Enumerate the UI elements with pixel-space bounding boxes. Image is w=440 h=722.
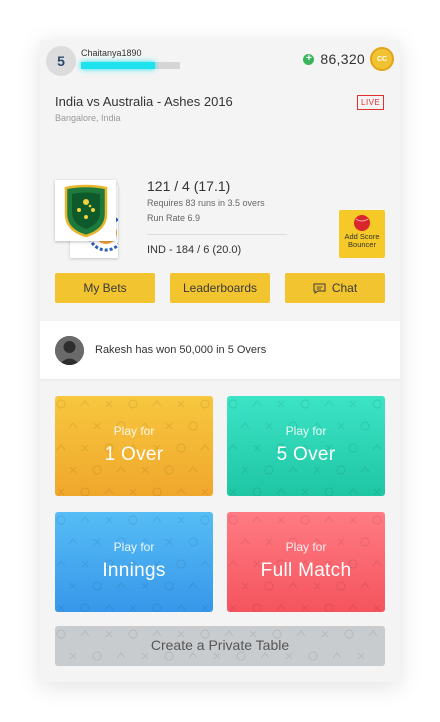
create-private-table-label: Create a Private Table [150, 637, 290, 653]
match-title: India vs Australia - Ashes 2016 [55, 94, 233, 109]
match-card: India vs Australia - Ashes 2016 Bangalor… [40, 80, 400, 320]
add-score-bouncer-button[interactable]: Add Score Bouncer [339, 210, 385, 258]
australia-team-crest [55, 180, 116, 241]
opponent-score: IND - 184 / 6 (20.0) [147, 244, 242, 256]
tile-label: Full Match [260, 560, 352, 581]
play-innings-tile[interactable]: Play for Innings [55, 512, 213, 612]
chat-button[interactable]: Chat [285, 273, 385, 303]
xp-progress-bar [81, 62, 180, 69]
play-5-over-tile[interactable]: Play for 5 Over [227, 396, 385, 496]
chat-label: Chat [331, 281, 358, 295]
create-private-table-button[interactable]: Create a Private Table [55, 626, 385, 666]
tile-label: 1 Over [104, 444, 164, 465]
my-bets-label: My Bets [83, 281, 127, 295]
level-badge[interactable]: 5 [46, 46, 76, 76]
coin-count: 86,320 [320, 51, 365, 67]
my-bets-button[interactable]: My Bets [55, 273, 155, 303]
bouncer-label: Bouncer [348, 240, 376, 249]
live-badge: LIVE [357, 95, 385, 110]
match-venue: Bangalore, India [55, 113, 121, 123]
tile-prefix: Play for [113, 424, 155, 438]
score-divider [147, 234, 287, 235]
tile-prefix: Play for [285, 424, 327, 438]
top-bar: 5 Chaitanya1890 + 86,320 CC [40, 40, 400, 80]
add-coins-icon[interactable]: + [303, 53, 315, 65]
tile-label: 5 Over [276, 444, 336, 465]
coin-icon: CC [370, 47, 394, 71]
play-full-match-tile[interactable]: Play for Full Match [227, 512, 385, 612]
batting-score: 121 / 4 (17.1) [147, 178, 231, 194]
tile-label: Innings [102, 560, 166, 581]
run-rate: Run Rate 6.9 [147, 213, 201, 223]
winner-avatar [55, 336, 84, 365]
chat-icon [313, 283, 326, 294]
app-screen: 5 Chaitanya1890 + 86,320 CC India vs Aus… [40, 40, 400, 682]
xp-progress-fill [81, 62, 156, 69]
leaderboards-button[interactable]: Leaderboards [170, 273, 270, 303]
play-1-over-tile[interactable]: Play for 1 Over [55, 396, 213, 496]
tile-prefix: Play for [285, 540, 327, 554]
cricket-ball-icon [354, 215, 370, 231]
tile-prefix: Play for [113, 540, 155, 554]
leaderboards-label: Leaderboards [182, 281, 258, 295]
winner-message: Rakesh has won 50,000 in 5 Overs [95, 344, 267, 356]
recent-winner-banner: Rakesh has won 50,000 in 5 Overs [40, 321, 400, 379]
username: Chaitanya1890 [81, 48, 142, 58]
coin-balance[interactable]: + 86,320 CC [303, 47, 394, 71]
runs-required: Requires 83 runs in 3.5 overs [147, 198, 265, 208]
